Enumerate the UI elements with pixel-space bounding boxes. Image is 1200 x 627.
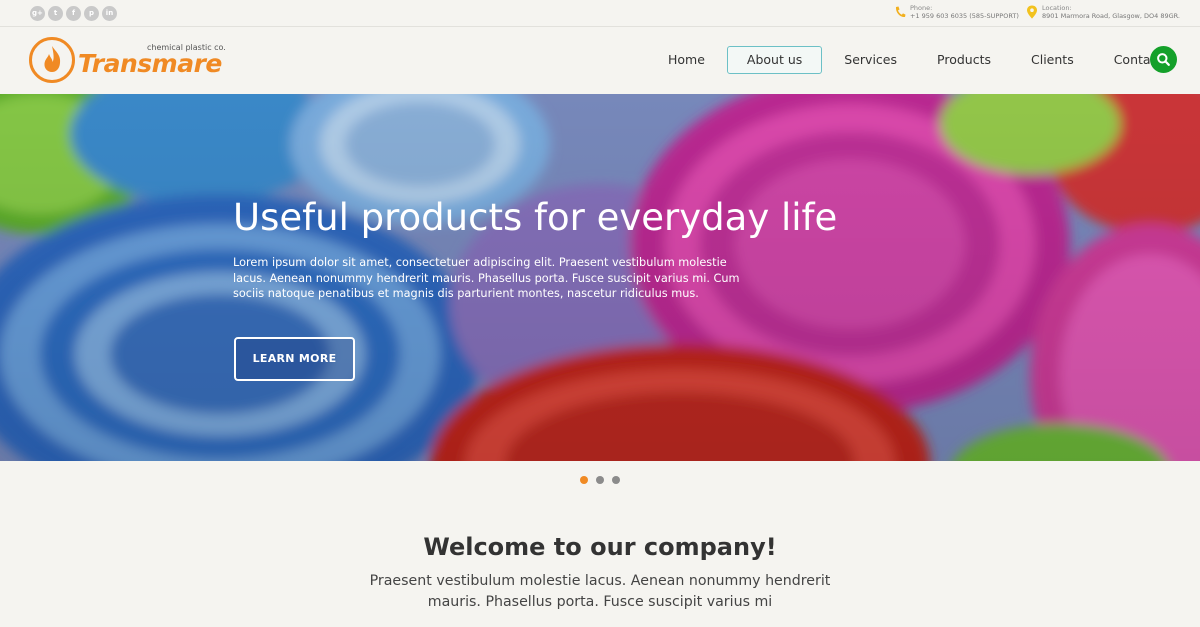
hero-slider: Useful products for everyday life Lorem …: [0, 94, 1200, 461]
slider-dot-2[interactable]: [596, 476, 604, 484]
slider-pagination: [580, 476, 620, 484]
linkedin-icon[interactable]: in: [102, 6, 117, 21]
welcome-text: Praesent vestibulum molestie lacus. Aene…: [369, 573, 831, 610]
learn-more-button[interactable]: LEARN MORE: [234, 337, 355, 381]
pinterest-icon[interactable]: p: [84, 6, 99, 21]
twitter-icon[interactable]: t: [48, 6, 63, 21]
hero-description: Lorem ipsum dolor sit amet, consectetuer…: [233, 256, 740, 300]
nav-home[interactable]: Home: [650, 46, 723, 74]
nav-products[interactable]: Products: [919, 46, 1009, 74]
phone-icon: [895, 6, 906, 18]
google-plus-icon[interactable]: g+: [30, 6, 45, 21]
facebook-icon[interactable]: f: [66, 6, 81, 21]
site-header: chemical plastic co. Transmare Home Abou…: [0, 27, 1200, 94]
logo-name: Transmare: [78, 49, 222, 78]
nav-clients[interactable]: Clients: [1013, 46, 1092, 74]
map-pin-icon: [1027, 5, 1037, 19]
social-links: g+ t f p in: [30, 6, 117, 21]
location-address: 8901 Marmora Road, Glasgow, DO4 89GR.: [1042, 11, 1180, 20]
nav-about-us[interactable]: About us: [726, 46, 823, 74]
welcome-title: Welcome to our company!: [423, 533, 777, 561]
search-icon: [1157, 53, 1170, 66]
slider-dot-1[interactable]: [580, 476, 588, 484]
main-nav: Home About us Services Products Clients …: [650, 46, 1191, 74]
logo[interactable]: chemical plastic co. Transmare: [29, 37, 229, 85]
phone-number[interactable]: +1 959 603 6035 (585-SUPPORT): [910, 12, 1019, 21]
top-bar: g+ t f p in Phone: +1 959 603 6035 (585-…: [0, 0, 1200, 27]
slider-dot-3[interactable]: [612, 476, 620, 484]
flame-logo-icon: [29, 37, 75, 83]
hero-title: Useful products for everyday life: [233, 196, 838, 239]
nav-services[interactable]: Services: [826, 46, 915, 74]
location-contact: Location: 8901 Marmora Road, Glasgow, DO…: [1026, 4, 1180, 20]
phone-contact: Phone: +1 959 603 6035 (585-SUPPORT): [894, 4, 1019, 21]
search-button[interactable]: [1150, 46, 1177, 73]
